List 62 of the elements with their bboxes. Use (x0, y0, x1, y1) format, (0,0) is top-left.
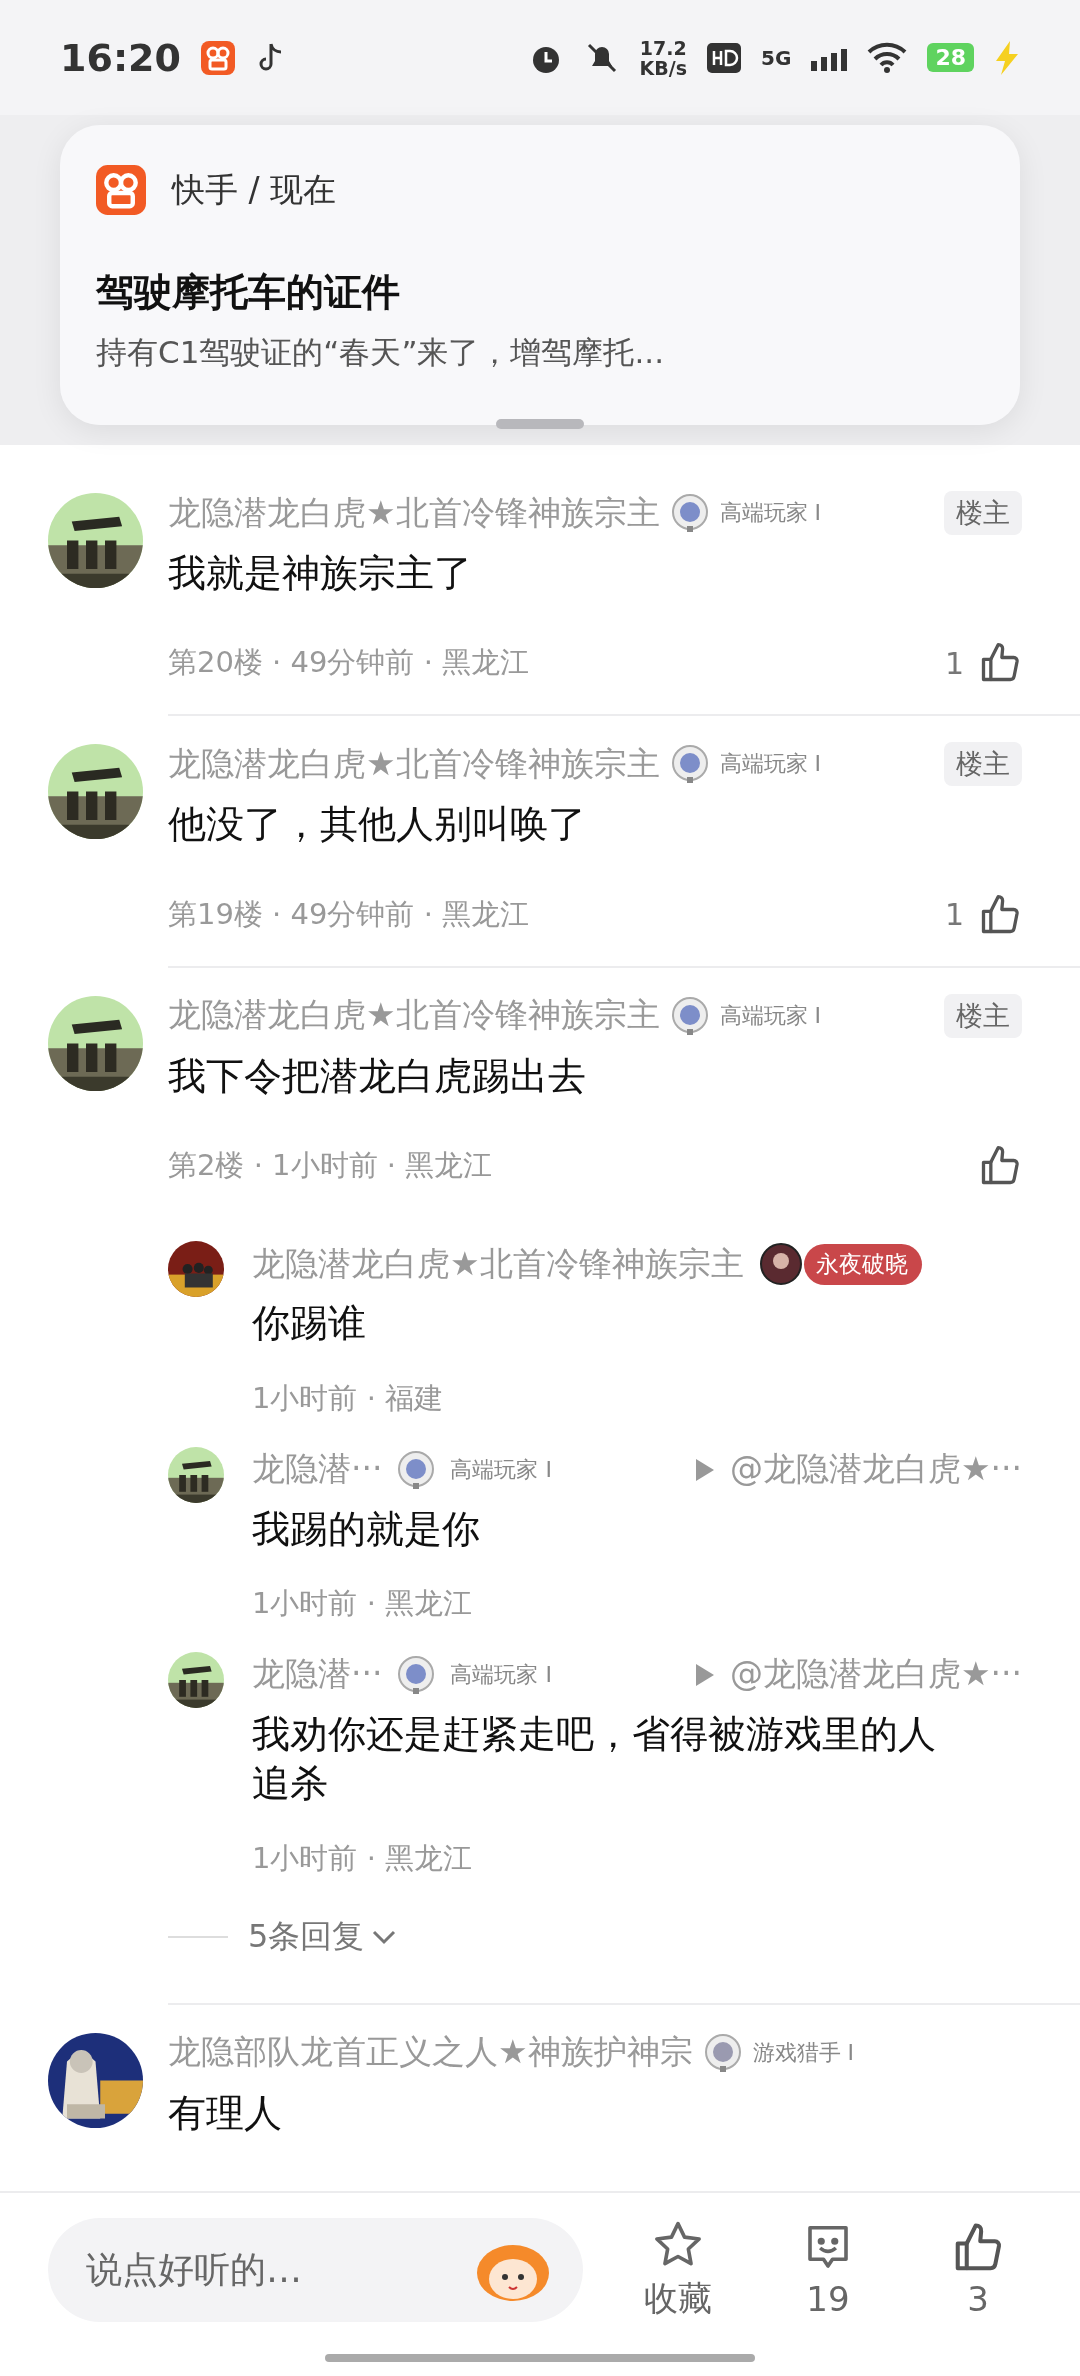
comment-meta: 第20楼 · 49分钟前 · 黑龙江 (168, 644, 530, 682)
notification-body: 持有C1驾驶证的“春天”来了，增驾摩托... (96, 333, 666, 372)
avatar-frame-icon (757, 1241, 804, 1288)
like-count: 1 (944, 897, 964, 933)
status-time: 16:20 (60, 35, 181, 80)
app-icon (96, 165, 146, 215)
reply-target[interactable]: @龙隐潜龙白虎★··· (729, 1447, 1022, 1493)
more-replies-button[interactable]: 5条回复 (248, 1914, 399, 1959)
medal-icon (396, 1449, 437, 1490)
comment-text: 他没了，其他人别叫唤了 (168, 801, 587, 849)
notification-title: 驾驶摩托车的证件 (96, 269, 401, 316)
reply-target[interactable]: @龙隐潜龙白虎★··· (729, 1652, 1022, 1698)
comment-text: 我下令把潜龙白虎踢出去 (168, 1052, 587, 1100)
hd-icon (707, 42, 742, 73)
level-label: 高端玩家 I (719, 499, 822, 527)
level-label: 高端玩家 I (719, 750, 822, 779)
medal-icon (669, 995, 710, 1036)
medal-icon (669, 493, 710, 533)
level-label: 游戏猎手 I (752, 2038, 855, 2067)
level-label: 高端玩家 I (450, 1455, 552, 1484)
medal-icon (702, 2032, 743, 2073)
comment-meta: 第19楼 · 49分钟前 · 黑龙江 (168, 895, 530, 933)
reply-text: 你踢谁 (252, 1300, 367, 1348)
level-badge: 永夜破晓 (803, 1243, 922, 1285)
reply-meta: 1小时前 · 黑龙江 (252, 1839, 474, 1877)
comment-meta: 第2楼 · 1小时前 · 黑龙江 (168, 1147, 493, 1185)
comments-button[interactable]: 19 (773, 2220, 883, 2319)
comment-field[interactable]: 说点好听的… (48, 2217, 583, 2322)
reply-text: 我踢的就是你 (252, 1505, 481, 1553)
network-type: 5G (761, 45, 792, 70)
user-name[interactable]: 龙隐潜··· (252, 1652, 383, 1698)
comment-input[interactable]: 说点好听的… (84, 2248, 473, 2291)
charging-icon (994, 40, 1020, 75)
user-name[interactable]: 龙隐潜龙白虎★北首冷锋神族宗主 (168, 741, 660, 787)
like-count: 1 (944, 645, 964, 681)
drag-handle[interactable] (496, 419, 584, 429)
user-name[interactable]: 龙隐潜龙白虎★北首冷锋神族宗主 (168, 993, 660, 1039)
level-label: 高端玩家 I (719, 1001, 822, 1030)
like-button[interactable]: 3 (923, 2220, 1033, 2319)
reply-meta: 1小时前 · 福建 (252, 1379, 445, 1417)
play-icon (695, 1458, 714, 1481)
level-label: 高端玩家 I (450, 1660, 552, 1689)
reply-meta: 1小时前 · 黑龙江 (252, 1584, 474, 1622)
author-tag: 楼主 (944, 491, 1022, 535)
play-icon (695, 1663, 714, 1686)
comment-text: 我就是神族宗主了 (168, 550, 473, 597)
medal-icon (669, 744, 710, 785)
user-name[interactable]: 龙隐潜龙白虎★北首冷锋神族宗主 (252, 1241, 744, 1287)
comment-text: 有理人 (168, 2089, 283, 2137)
user-name[interactable]: 龙隐潜··· (252, 1447, 383, 1493)
favorite-button[interactable]: 收藏 (623, 2217, 733, 2322)
battery-level: 28 (927, 43, 974, 72)
app-icon (200, 40, 235, 75)
user-name[interactable]: 龙隐潜龙白虎★北首冷锋神族宗主 (168, 490, 660, 536)
network-speed: 17.2 KB/s (639, 37, 688, 78)
medal-icon (396, 1654, 437, 1695)
wifi-icon (867, 41, 908, 74)
reply-text: 我劝你还是赶紧走吧，省得被游戏里的人追杀 (252, 1710, 937, 1808)
author-tag: 楼主 (944, 993, 1022, 1038)
notification-source: 快手 / 现在 (172, 168, 337, 211)
user-name[interactable]: 龙隐部队龙首正义之人★神族护神宗 (168, 2030, 693, 2076)
author-tag: 楼主 (944, 742, 1022, 787)
